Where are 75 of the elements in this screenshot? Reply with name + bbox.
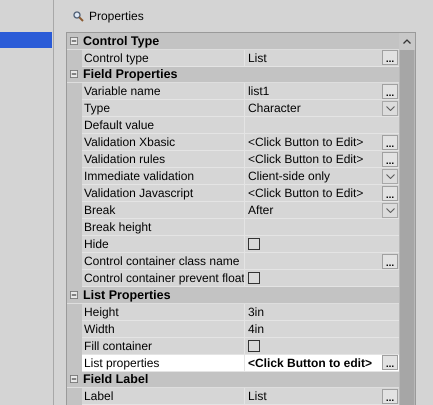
property-name: Label	[82, 388, 245, 404]
ellipsis-button[interactable]: ...	[382, 388, 398, 404]
search-icon	[73, 10, 84, 22]
property-row[interactable]: Type Character	[82, 100, 399, 117]
scrollbar[interactable]	[399, 33, 415, 405]
property-value: List	[248, 50, 268, 66]
property-name: Type	[82, 100, 245, 116]
ellipsis-button[interactable]: ...	[382, 186, 398, 200]
property-name: Fill container	[82, 338, 245, 354]
property-name: Break	[82, 202, 245, 218]
category-title: Control Type	[83, 34, 160, 48]
scroll-up-icon[interactable]	[403, 39, 411, 44]
ellipsis-button[interactable]: ...	[382, 152, 398, 166]
property-value: 4in	[248, 320, 266, 336]
property-row[interactable]: Validation Javascript <Click Button to Edit> ...	[82, 185, 399, 202]
property-row[interactable]: Variable name list1 ...	[82, 83, 399, 100]
property-row[interactable]: Control container class name ...	[82, 253, 399, 270]
property-value: <Click Button to Edit>	[248, 185, 364, 201]
property-row[interactable]: Label List ...	[82, 388, 399, 405]
property-row[interactable]: Hide	[82, 236, 399, 253]
property-value: list1	[248, 83, 270, 99]
checkbox[interactable]	[248, 340, 260, 352]
property-name: List properties	[82, 354, 245, 370]
property-row[interactable]: Break After	[82, 202, 399, 219]
chevron-down-icon	[386, 106, 394, 110]
property-name: Control container class name	[82, 253, 245, 269]
ellipsis-button[interactable]: ...	[382, 254, 398, 268]
property-value: Character	[248, 100, 302, 116]
property-row[interactable]: Control type List ...	[82, 50, 399, 66]
ellipsis-button[interactable]: ...	[382, 50, 398, 65]
ellipsis-button[interactable]: ...	[382, 134, 398, 150]
property-value: List	[248, 388, 268, 404]
chevron-down-icon	[386, 208, 394, 212]
property-value: <Click Button to Edit>	[248, 134, 364, 150]
property-row[interactable]: Validation rules <Click Button to Edit> ...	[82, 151, 399, 168]
property-row[interactable]: Default value	[82, 117, 399, 134]
property-row[interactable]: Width 4in	[82, 320, 399, 338]
property-value: 3in	[248, 304, 266, 320]
property-name: Validation Xbasic	[82, 134, 245, 150]
property-name: Validation rules	[82, 151, 245, 167]
property-row[interactable]: Immediate validation Client-side only	[82, 168, 399, 185]
property-value: After	[248, 202, 274, 218]
checkbox[interactable]	[248, 272, 260, 284]
property-name: Height	[82, 304, 245, 320]
property-row[interactable]: Fill container	[82, 338, 399, 354]
dropdown-button[interactable]	[382, 168, 398, 184]
collapse-icon[interactable]	[70, 36, 78, 45]
collapse-icon[interactable]	[70, 290, 78, 299]
property-row[interactable]: Validation Xbasic <Click Button to Edit> ...	[82, 134, 399, 151]
property-value: <Click Button to Edit>	[248, 151, 364, 167]
property-name: Default value	[82, 117, 245, 133]
category-title: Field Label	[83, 372, 148, 386]
collapse-icon[interactable]	[70, 70, 78, 78]
property-row[interactable]: Break height	[82, 219, 399, 236]
property-name: Control type	[82, 50, 245, 66]
property-name: Validation Javascript	[82, 185, 245, 201]
category-title: List Properties	[83, 288, 171, 302]
dropdown-button[interactable]	[382, 202, 398, 218]
property-row[interactable]: List properties <Click Button to edit> ...	[82, 354, 399, 372]
ellipsis-button[interactable]: ...	[382, 84, 398, 98]
collapse-icon[interactable]	[70, 375, 78, 384]
ellipsis-button[interactable]: ...	[382, 355, 398, 370]
property-name: Variable name	[82, 83, 245, 99]
property-name: Hide	[82, 236, 245, 252]
dropdown-button[interactable]	[382, 100, 398, 116]
property-name: Immediate validation	[82, 168, 245, 184]
property-value: <Click Button to edit>	[248, 354, 374, 370]
property-name: Width	[82, 320, 245, 336]
property-name: Break height	[82, 219, 245, 235]
property-value: Client-side only	[248, 168, 332, 184]
category-title: Field Properties	[83, 67, 178, 82]
chevron-down-icon	[386, 174, 394, 178]
panel-title: Properties	[89, 9, 144, 23]
checkbox[interactable]	[248, 238, 260, 250]
property-row[interactable]: Height 3in	[82, 304, 399, 320]
